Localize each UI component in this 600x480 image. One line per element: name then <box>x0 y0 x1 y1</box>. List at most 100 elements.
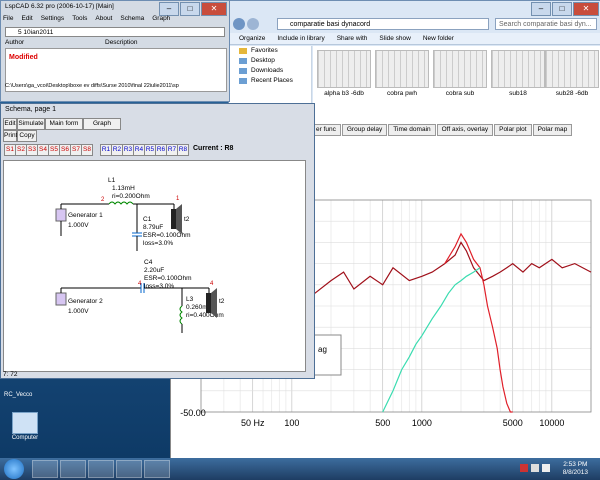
file-thumbnail[interactable]: alpha b3 -6db <box>317 50 371 97</box>
start-button[interactable] <box>4 459 24 479</box>
toolbar-slide-show[interactable]: Slide show <box>379 33 410 44</box>
minimize-button[interactable]: – <box>531 2 551 16</box>
print-button[interactable]: Print <box>3 130 17 142</box>
menu-about[interactable]: About <box>95 15 112 22</box>
menu-tools[interactable]: Tools <box>72 15 87 22</box>
nav-downloads[interactable]: Downloads <box>229 66 311 76</box>
toolbar-new-folder[interactable]: New folder <box>423 33 454 44</box>
gen1-label: Generator 1 <box>68 212 103 219</box>
file-thumbnail[interactable]: cobra pwh <box>375 50 429 97</box>
image-icon <box>545 50 599 88</box>
graph-button[interactable]: Graph <box>83 118 121 130</box>
main-form-button[interactable]: Main form <box>45 118 83 130</box>
file-thumbnail[interactable]: sub28 -6db <box>545 50 599 97</box>
nav-recent-places[interactable]: Recent Places <box>229 76 311 86</box>
c1-label: C1 <box>143 216 152 223</box>
explorer-taskbar-icon[interactable] <box>60 460 86 478</box>
speaker-icon <box>171 209 176 229</box>
current-response: Current : R8 <box>193 145 234 152</box>
x-tick-label: 1000 <box>412 418 432 428</box>
x-tick-label: 10000 <box>539 418 564 428</box>
simulate-button[interactable]: Simulate <box>17 118 45 130</box>
computer-icon <box>12 412 38 434</box>
image-icon <box>375 50 429 88</box>
x-tick-label: 500 <box>375 418 390 428</box>
node-label: 2 <box>101 197 105 203</box>
image-icon <box>433 50 487 88</box>
generator-2[interactable]: Generator 2 1.000V <box>55 292 103 315</box>
toolbar-include-library[interactable]: Include in library <box>277 33 324 44</box>
tray-icons <box>520 464 556 474</box>
file-label: sub18 <box>509 90 527 97</box>
network-icon[interactable] <box>531 464 539 472</box>
generator-icon <box>55 208 67 222</box>
clock-time: 2:53 PM <box>563 461 588 468</box>
menu-file[interactable]: File <box>3 15 13 22</box>
close-button[interactable]: ✕ <box>201 2 227 16</box>
toolbar-share-with[interactable]: Share with <box>337 33 368 44</box>
volume-icon[interactable] <box>542 464 550 472</box>
nav-buttons <box>233 18 273 30</box>
tab-polar-plot[interactable]: Polar plot <box>494 124 532 136</box>
toolbar-organize[interactable]: Organize <box>239 33 265 44</box>
gen2-voltage: 1.000V <box>68 308 89 315</box>
address-bar[interactable]: comparatie basi dynacord <box>277 18 489 30</box>
tab-group-delay[interactable]: Group delay <box>341 124 388 136</box>
close-button[interactable]: ✕ <box>573 2 599 16</box>
file-thumbnail[interactable]: cobra sub <box>433 50 487 97</box>
speaker-cone <box>211 288 217 318</box>
window-title: LspCAD 6.32 pro (2006-10-17) [Main] <box>5 3 114 10</box>
window-controls: – □ ✕ <box>531 2 599 16</box>
menu-edit[interactable]: Edit <box>21 15 32 22</box>
firefox-icon[interactable] <box>116 460 142 478</box>
tab-off-axis[interactable]: Off axis, overlay <box>436 124 494 136</box>
response-button-r8[interactable]: R8 <box>177 144 189 156</box>
c1-loss: loss=3.0% <box>143 240 173 247</box>
status-bar: 7: 72 <box>3 371 18 378</box>
inductor-l1[interactable]: L1 1.13mH ri=0.200Ohm <box>108 177 150 205</box>
series-line-3 <box>382 267 481 413</box>
menu-schema[interactable]: Schema <box>120 15 144 22</box>
node-label: 4 <box>210 281 214 287</box>
project-combo[interactable]: 5 10ian2011 <box>5 27 225 37</box>
menu-graph[interactable]: Graph <box>152 15 170 22</box>
c1-esr: ESR=0.100Ohm <box>143 232 191 239</box>
search-input[interactable]: Search comparatie basi dyn... <box>495 18 597 30</box>
ie-icon[interactable] <box>32 460 58 478</box>
gen1-voltage: 1.000V <box>68 222 89 229</box>
file-list: alpha b3 -6db cobra pwh cobra sub sub18 … <box>313 46 600 123</box>
file-label: sub28 -6db <box>555 90 589 97</box>
maximize-button[interactable]: □ <box>552 2 572 16</box>
schematic-canvas[interactable]: Generator 1 1.000V L1 1.13mH ri=0.200Ohm… <box>3 160 306 372</box>
menu-edit[interactable]: Edit <box>3 118 17 130</box>
project-path: C:\Users\ga_vcoi\Desktop\boxe ev diffs\S… <box>5 83 179 89</box>
inductor-l3[interactable]: L3 0.260mH ri=0.400Ohm <box>179 296 224 325</box>
star-icon <box>239 48 247 54</box>
copy-button[interactable]: Copy <box>17 130 37 142</box>
columns-header: Author Description <box>5 39 225 47</box>
generator-1[interactable]: Generator 1 1.000V <box>55 208 103 229</box>
tab-time-domain[interactable]: Time domain <box>388 124 436 136</box>
l3-label: L3 <box>186 296 194 303</box>
nav-favorites[interactable]: Favorites <box>229 46 311 56</box>
nav-desktop[interactable]: Desktop <box>229 56 311 66</box>
source-button-s8[interactable]: S8 <box>81 144 93 156</box>
clock-date: 8/8/2013 <box>562 469 588 476</box>
image-icon <box>317 50 371 88</box>
clock[interactable]: 2:53 PM 8/8/2013 <box>563 461 588 477</box>
back-icon[interactable] <box>233 18 245 30</box>
file-thumbnail[interactable]: sub18 <box>491 50 545 97</box>
tab-transfer-func[interactable]: er func <box>311 124 341 136</box>
tab-polar-map[interactable]: Polar map <box>532 124 573 136</box>
maximize-button[interactable]: □ <box>180 2 200 16</box>
media-player-icon[interactable] <box>88 460 114 478</box>
inductor-icon <box>108 201 134 205</box>
computer-desktop-icon[interactable]: Computer <box>8 412 42 441</box>
minimize-button[interactable]: – <box>159 2 179 16</box>
lspcad-taskbar-icon[interactable] <box>144 460 170 478</box>
tray-antivirus-icon[interactable] <box>520 464 528 472</box>
forward-icon[interactable] <box>247 18 259 30</box>
y-tick-label: -50.00 <box>180 408 206 418</box>
description-header: Description <box>105 39 138 46</box>
menu-settings[interactable]: Settings <box>41 15 65 22</box>
